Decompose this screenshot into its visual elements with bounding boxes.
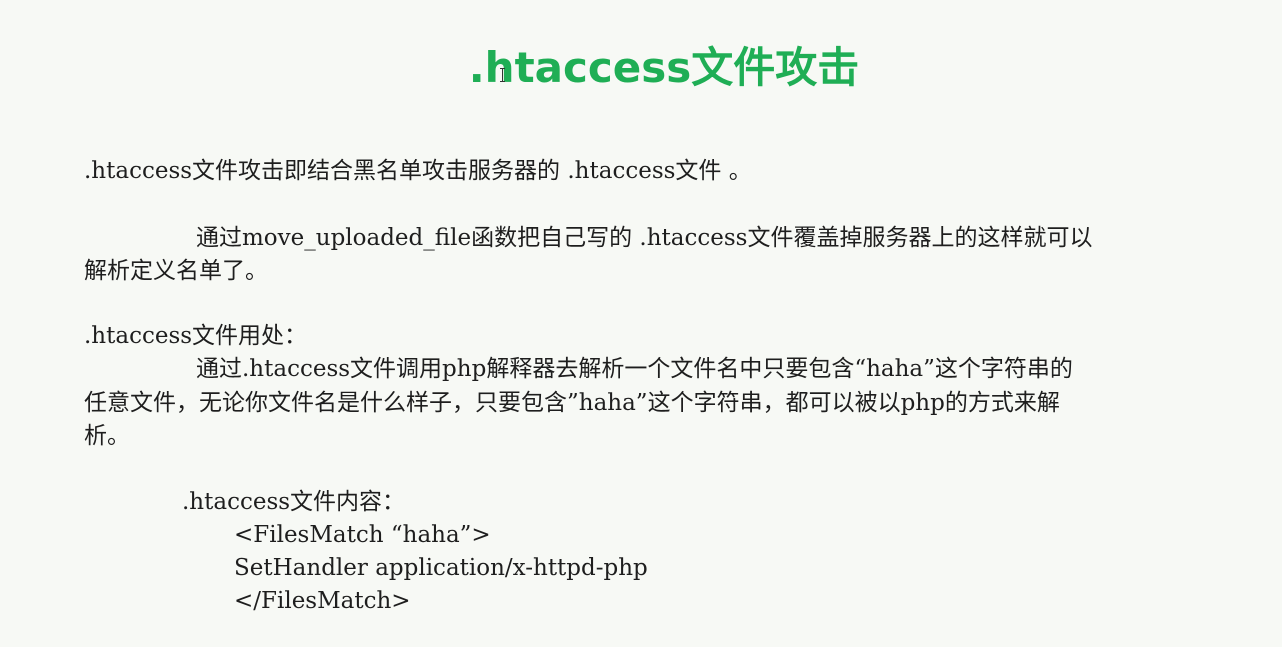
code-line-1: <FilesMatch “haha”> [234, 522, 491, 548]
text-cursor-icon [500, 68, 506, 82]
paragraph-1-line-2: 解析定义名单了。 [84, 258, 268, 284]
slide: .htaccess文件攻击 .htaccess文件攻击即结合黑名单攻击服务器的 … [0, 0, 1282, 647]
paragraph-2-line-3: 析。 [84, 423, 130, 449]
usage-heading: .htaccess文件用处： [84, 323, 308, 349]
paragraph-1-line-1: 通过move_uploaded_file函数把自己写的 .htaccess文件覆… [196, 225, 1093, 251]
paragraph-2-line-1: 通过.htaccess文件调用php解释器去解析一个文件名中只要包含“haha”… [196, 356, 1073, 382]
code-line-2: SetHandler application/x-httpd-php [234, 555, 648, 581]
paragraph-2-line-2: 任意文件，无论你文件名是什么样子，只要包含”haha”这个字符串，都可以被以ph… [84, 390, 1060, 416]
slide-title: .htaccess文件攻击 [468, 43, 860, 92]
code-line-3: </FilesMatch> [234, 588, 411, 614]
intro-text: .htaccess文件攻击即结合黑名单攻击服务器的 .htaccess文件 。 [84, 158, 752, 184]
content-heading: .htaccess文件内容： [182, 489, 406, 515]
